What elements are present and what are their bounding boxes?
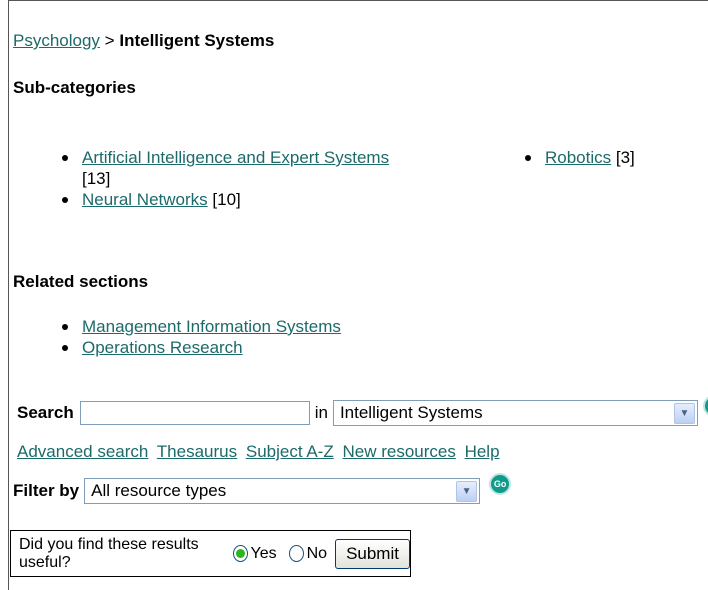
new-resources-link[interactable]: New resources xyxy=(342,442,455,461)
related-link-operations-research[interactable]: Operations Research xyxy=(82,338,243,357)
breadcrumb-link-psychology[interactable]: Psychology xyxy=(13,31,100,50)
submit-button[interactable]: Submit xyxy=(335,538,410,569)
subcategory-count: [10] xyxy=(212,190,241,209)
search-scope-value: Intelligent Systems xyxy=(339,403,483,422)
list-item: Management Information Systems xyxy=(60,316,460,337)
frame-left-border xyxy=(8,0,9,590)
filter-select[interactable]: All resource types ▼ xyxy=(84,478,481,504)
search-links: Advanced search Thesaurus Subject A-Z Ne… xyxy=(17,442,504,462)
filter-go-button[interactable]: Go xyxy=(489,473,512,495)
feedback-question: Did you find these results useful? xyxy=(19,535,199,571)
subcategory-count: [3] xyxy=(615,148,635,167)
no-radio[interactable] xyxy=(288,545,304,562)
subcategories-list-col2: Robotics [3] xyxy=(523,147,693,168)
list-item: Artificial Intelligence and Expert Syste… xyxy=(60,147,460,189)
search-input[interactable] xyxy=(79,401,310,425)
related-sections-list: Management Information Systems Operation… xyxy=(60,316,460,358)
radio-selected-dot xyxy=(235,549,245,558)
subcategory-link-ai-expert-systems[interactable]: Artificial Intelligence and Expert Syste… xyxy=(82,148,389,167)
filter-label: Filter by xyxy=(13,481,80,500)
subcategories-list-col1: Artificial Intelligence and Expert Syste… xyxy=(60,147,460,210)
search-in-label: in xyxy=(314,403,328,422)
list-item: Neural Networks [10] xyxy=(60,189,460,210)
related-sections-heading: Related sections xyxy=(13,272,149,291)
subcategories-heading: Sub-categories xyxy=(13,78,136,97)
search-scope-select[interactable]: Intelligent Systems ▼ xyxy=(332,400,698,426)
breadcrumb-current: Intelligent Systems xyxy=(119,31,275,50)
subcategory-link-robotics[interactable]: Robotics xyxy=(545,148,611,167)
list-item: Operations Research xyxy=(60,337,460,358)
breadcrumb-separator: > xyxy=(104,31,115,50)
frame-top-border xyxy=(8,0,708,1)
search-go-button[interactable]: Go xyxy=(702,395,708,417)
search-label: Search xyxy=(17,403,74,422)
help-link[interactable]: Help xyxy=(465,442,500,461)
yes-label: Yes xyxy=(250,544,277,562)
feedback-box: Did you find these results useful? Yes N… xyxy=(10,530,411,577)
yes-radio[interactable] xyxy=(232,545,248,562)
breadcrumb: Psychology > Intelligent Systems xyxy=(13,31,274,51)
search-row: Search in Intelligent Systems ▼ Go xyxy=(17,395,708,428)
thesaurus-link[interactable]: Thesaurus xyxy=(157,442,237,461)
subcategory-link-neural-networks[interactable]: Neural Networks xyxy=(82,190,208,209)
no-label: No xyxy=(306,544,328,562)
filter-value: All resource types xyxy=(91,481,227,500)
advanced-search-link[interactable]: Advanced search xyxy=(17,442,148,461)
chevron-down-icon[interactable]: ▼ xyxy=(456,480,478,502)
related-link-mis[interactable]: Management Information Systems xyxy=(82,317,341,336)
list-item: Robotics [3] xyxy=(523,147,693,168)
filter-row: Filter by All resource types ▼ Go xyxy=(13,473,512,504)
chevron-down-icon[interactable]: ▼ xyxy=(673,402,695,424)
subject-az-link[interactable]: Subject A-Z xyxy=(246,442,334,461)
subcategory-count: [13] xyxy=(82,169,111,188)
